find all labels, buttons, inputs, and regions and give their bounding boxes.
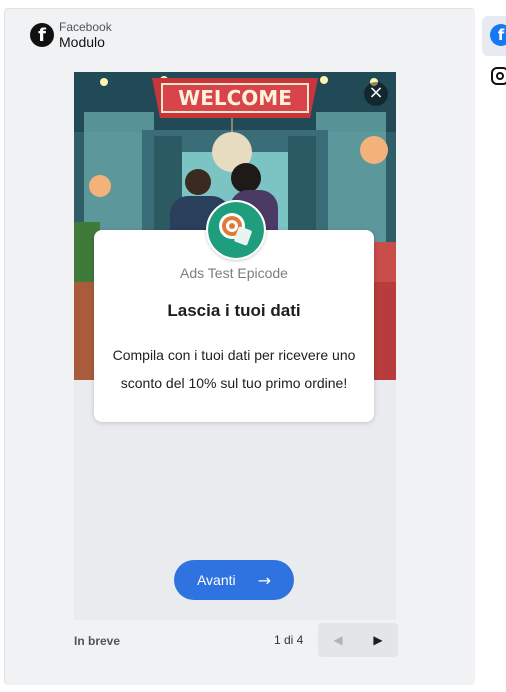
prev-page-button[interactable]: ◀ [318,623,358,657]
avanti-label: Avanti [196,572,236,588]
platform-facebook-tab[interactable]: f [482,16,506,56]
card-description: Compila con i tuoi dati per ricevere uno… [112,347,356,391]
company-name: Ads Test Epicode [180,265,288,281]
facebook-icon: f [30,23,54,47]
instagram-icon[interactable] [491,67,506,85]
chevron-right-icon: ▶ [373,633,383,647]
close-preview-button[interactable]: × [364,82,388,106]
intro-card: Ads Test Epicode Lascia i tuoi dati Comp… [94,200,374,422]
next-page-button[interactable]: ▶ [358,623,398,657]
chevron-left-icon: ◀ [333,633,343,647]
header-title: Modulo [59,34,105,50]
avanti-button[interactable]: Avanti → [174,560,294,600]
summary-label: In breve [74,634,121,648]
card-title: Lascia i tuoi dati [167,301,301,320]
header-source: Facebook [59,20,112,34]
page-count: 1 di 4 [274,633,304,647]
preview-header: f Facebook Modulo [30,20,112,50]
target-logo-icon [206,200,266,260]
welcome-banner-text: WELCOME [178,86,292,110]
facebook-icon: f [490,24,506,46]
platform-sidebar [476,8,506,684]
arrow-right-icon: → [257,570,272,590]
